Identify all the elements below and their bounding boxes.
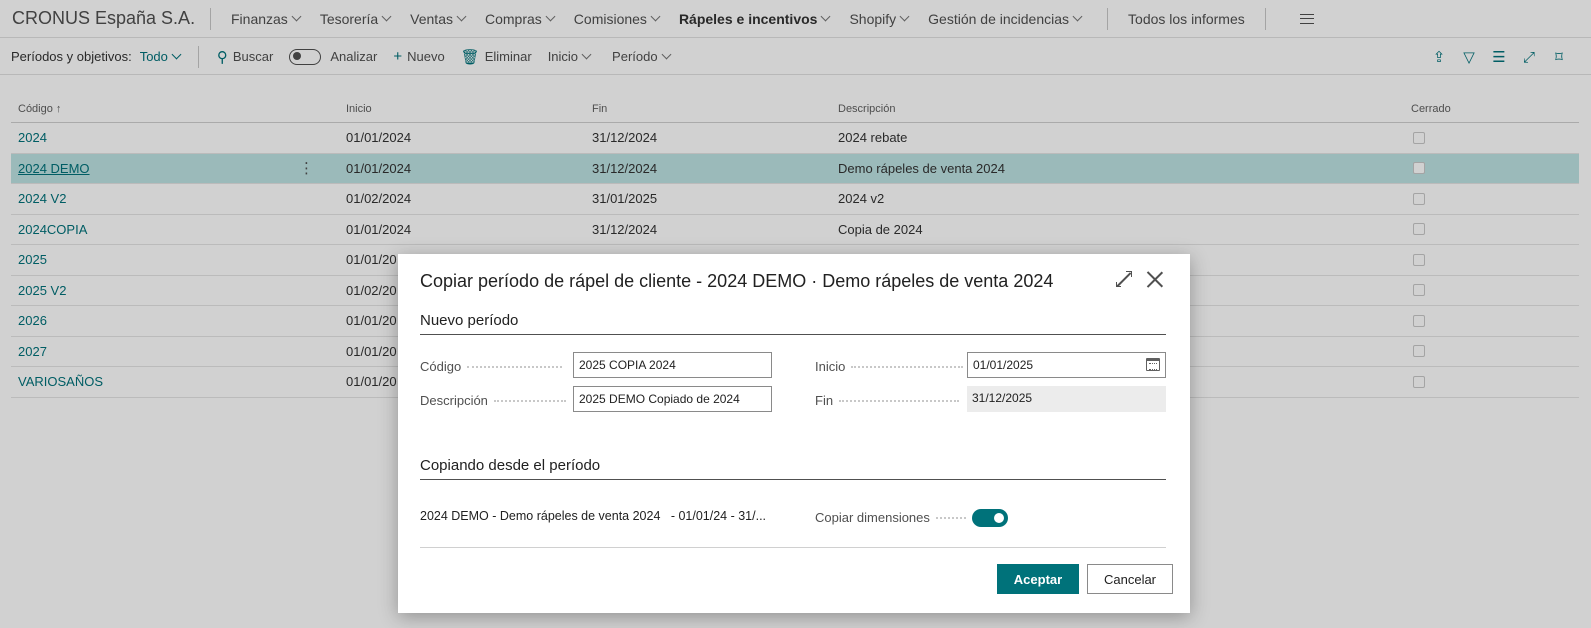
calendar-icon[interactable] bbox=[1146, 358, 1160, 371]
dialog-title-actions bbox=[1116, 270, 1164, 288]
start-date-input[interactable]: 01/01/2025 bbox=[967, 352, 1166, 378]
end-field-label: Fin bbox=[815, 393, 960, 408]
description-field-label: Descripción bbox=[420, 393, 566, 408]
copy-period-dialog: Copiar período de rápel de cliente - 202… bbox=[398, 254, 1190, 613]
accept-button[interactable]: Aceptar bbox=[997, 564, 1079, 594]
section-new-period: Nuevo período bbox=[420, 312, 1166, 335]
start-date-value: 01/01/2025 bbox=[973, 358, 1034, 372]
code-label: Código bbox=[420, 359, 462, 374]
end-date-readonly: 31/12/2025 bbox=[967, 386, 1166, 412]
cancel-button[interactable]: Cancelar bbox=[1087, 564, 1173, 594]
copy-dimensions-toggle[interactable] bbox=[972, 509, 1008, 527]
dialog-footer-divider bbox=[420, 547, 1166, 548]
description-label: Descripción bbox=[420, 393, 488, 408]
start-field-label: Inicio bbox=[815, 359, 964, 374]
section-copying-from: Copiando desde el período bbox=[420, 457, 1166, 480]
description-input[interactable]: 2025 DEMO Copiado de 2024 bbox=[573, 386, 772, 412]
source-period-text: 2024 DEMO - Demo rápeles de venta 2024 -… bbox=[420, 509, 767, 523]
dialog-title: Copiar período de rápel de cliente - 202… bbox=[420, 271, 1054, 291]
code-field-label: Código bbox=[420, 359, 563, 374]
copy-dimensions-label: Copiar dimensiones bbox=[815, 510, 930, 525]
label-dots bbox=[493, 399, 566, 402]
close-icon[interactable] bbox=[1146, 270, 1164, 288]
copy-dimensions-field-label: Copiar dimensiones bbox=[815, 510, 966, 525]
start-label: Inicio bbox=[815, 359, 846, 374]
label-dots bbox=[467, 365, 563, 368]
expand-icon[interactable] bbox=[1116, 271, 1132, 287]
label-dots bbox=[935, 516, 966, 519]
label-dots bbox=[839, 399, 960, 402]
end-label: Fin bbox=[815, 393, 834, 408]
code-input[interactable]: 2025 COPIA 2024 bbox=[573, 352, 772, 378]
label-dots bbox=[851, 365, 964, 368]
